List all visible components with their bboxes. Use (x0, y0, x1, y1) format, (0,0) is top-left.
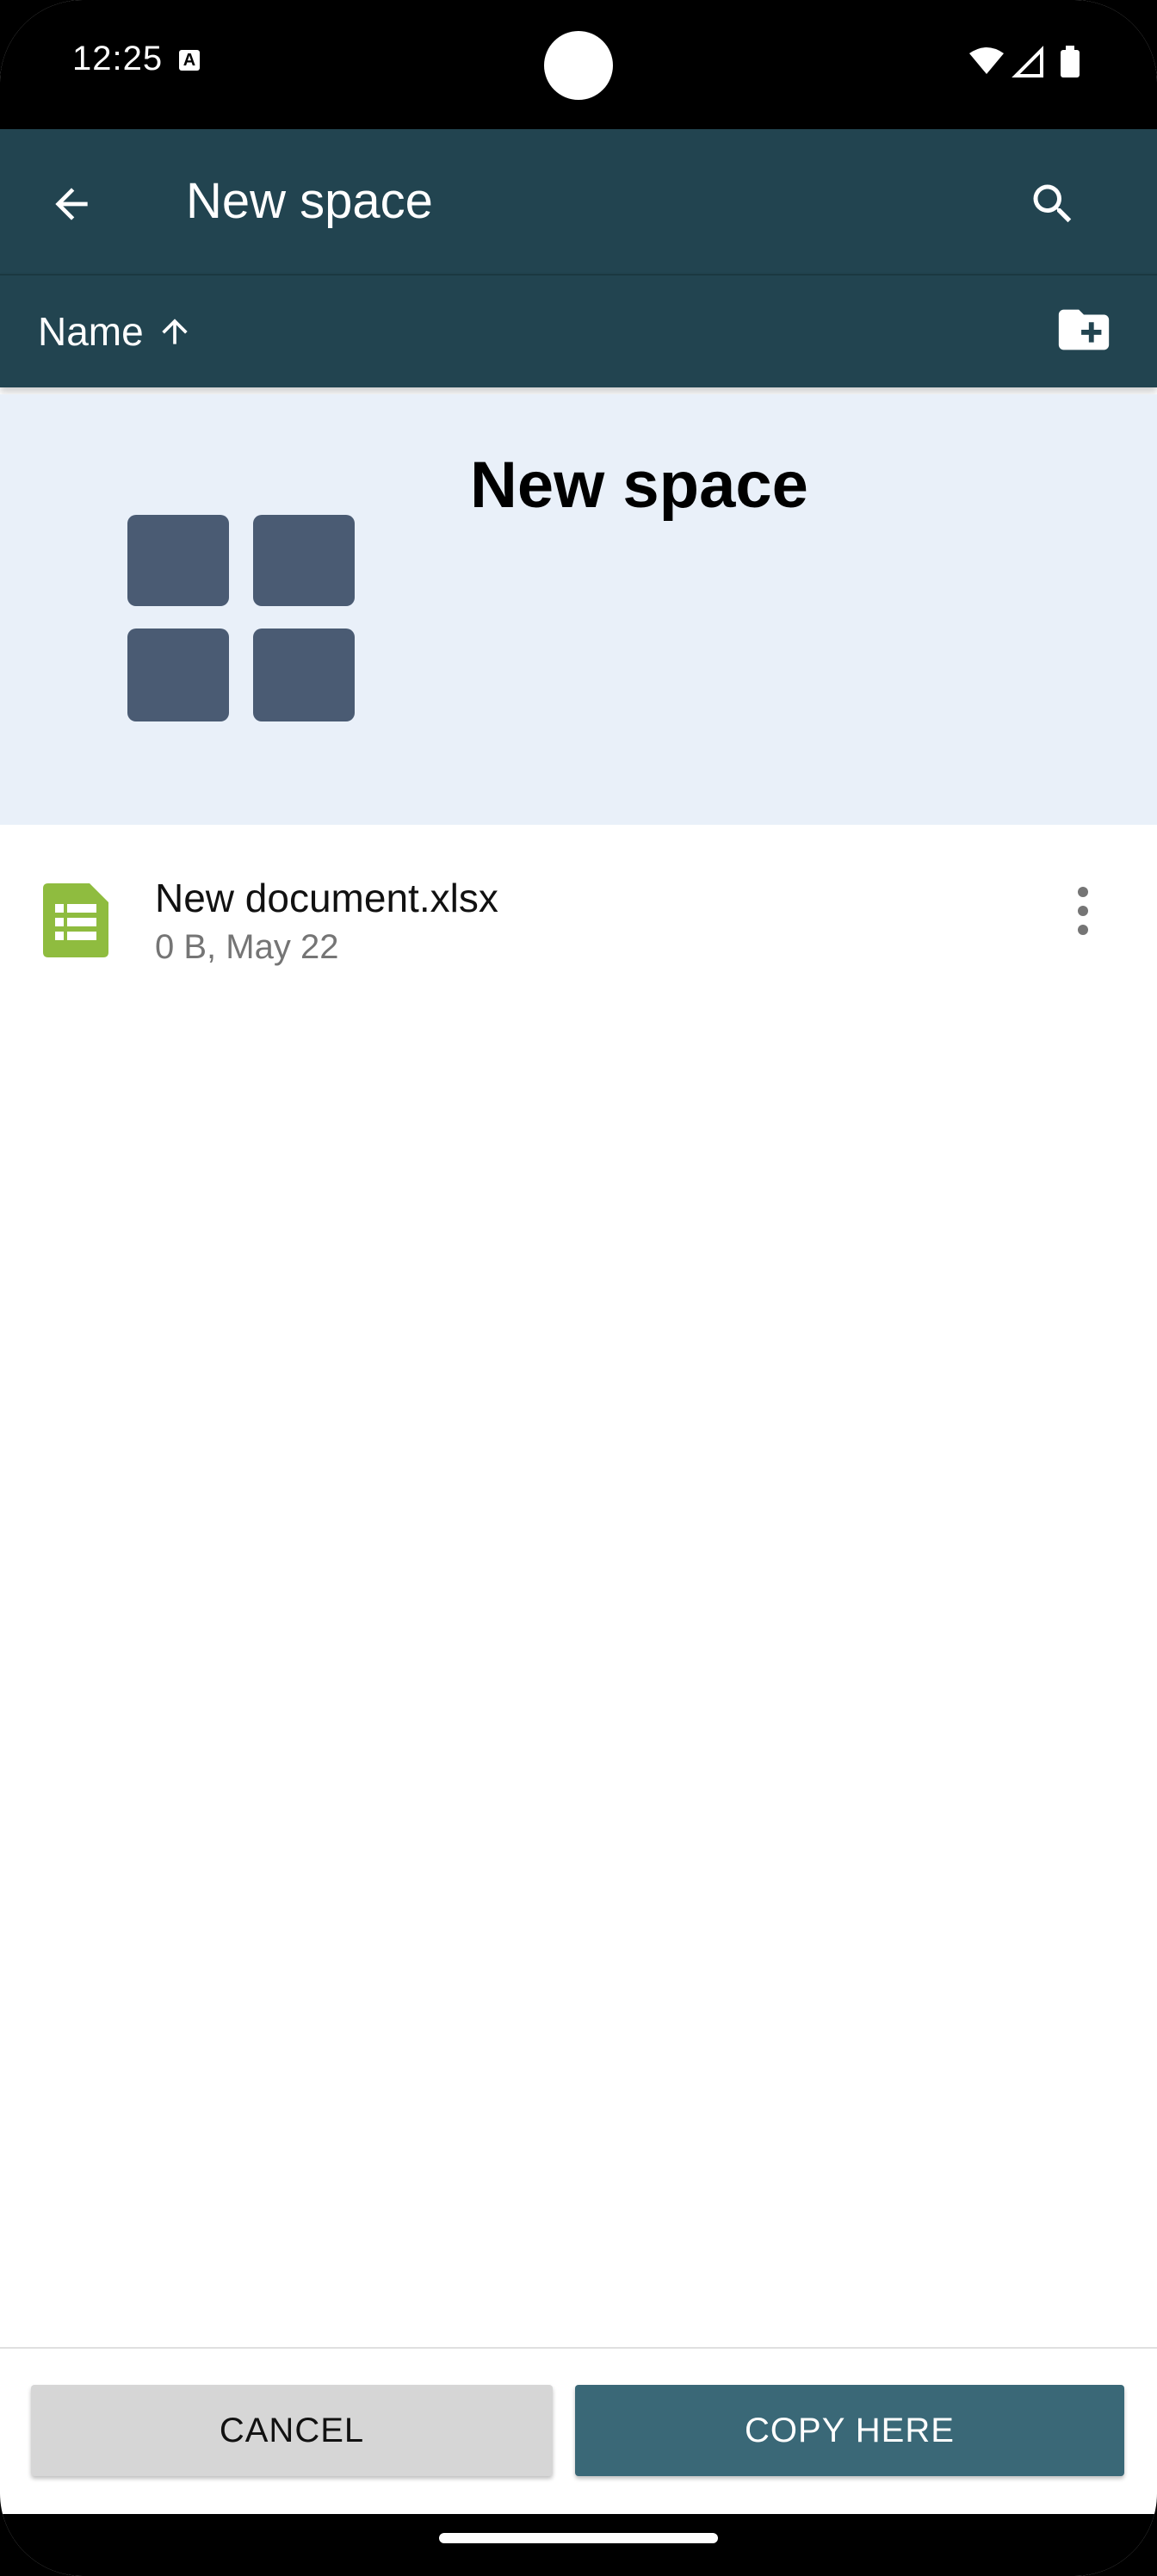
spreadsheet-icon (43, 883, 108, 957)
search-button[interactable] (1014, 167, 1092, 241)
search-icon (1033, 184, 1072, 223)
list-item[interactable]: New document.xlsx 0 B, May 22 (0, 854, 1157, 983)
new-folder-button[interactable] (1052, 298, 1116, 362)
battery-icon (1061, 50, 1080, 77)
top-app-bar: New space (0, 129, 1157, 274)
signal-icon (1012, 46, 1043, 77)
copy-here-button[interactable]: COPY HERE (575, 2385, 1124, 2476)
screen: 12:25 A New space Name New space New doc… (0, 0, 1157, 2576)
camera-cutout (544, 31, 613, 100)
notification-badge: A (179, 50, 200, 71)
more-options-button[interactable] (1049, 876, 1117, 945)
file-meta: 0 B, May 22 (155, 928, 339, 966)
sort-label: Name (38, 309, 144, 354)
status-time: 12:25 (72, 40, 164, 77)
arrow-left-icon (55, 188, 88, 220)
arrow-up-icon (162, 319, 188, 344)
space-grid-icon (127, 515, 355, 721)
home-gesture-handle[interactable] (439, 2533, 718, 2543)
system-status-icons (969, 46, 1080, 77)
back-button[interactable] (34, 167, 108, 241)
cancel-button[interactable]: CANCEL (31, 2385, 553, 2476)
file-name: New document.xlsx (155, 876, 498, 920)
space-title: New space (470, 449, 808, 522)
folder-plus-icon (1058, 309, 1110, 350)
space-header: New space (0, 394, 1157, 825)
status-bar: 12:25 A (0, 0, 1157, 129)
sort-by-name-button[interactable]: Name (38, 301, 194, 362)
sort-bar: Name (0, 274, 1157, 387)
wifi-icon (969, 47, 1004, 74)
page-title: New space (186, 173, 433, 229)
more-vert-icon (1078, 887, 1088, 935)
navigation-bar (0, 2514, 1157, 2576)
divider (0, 2347, 1157, 2349)
